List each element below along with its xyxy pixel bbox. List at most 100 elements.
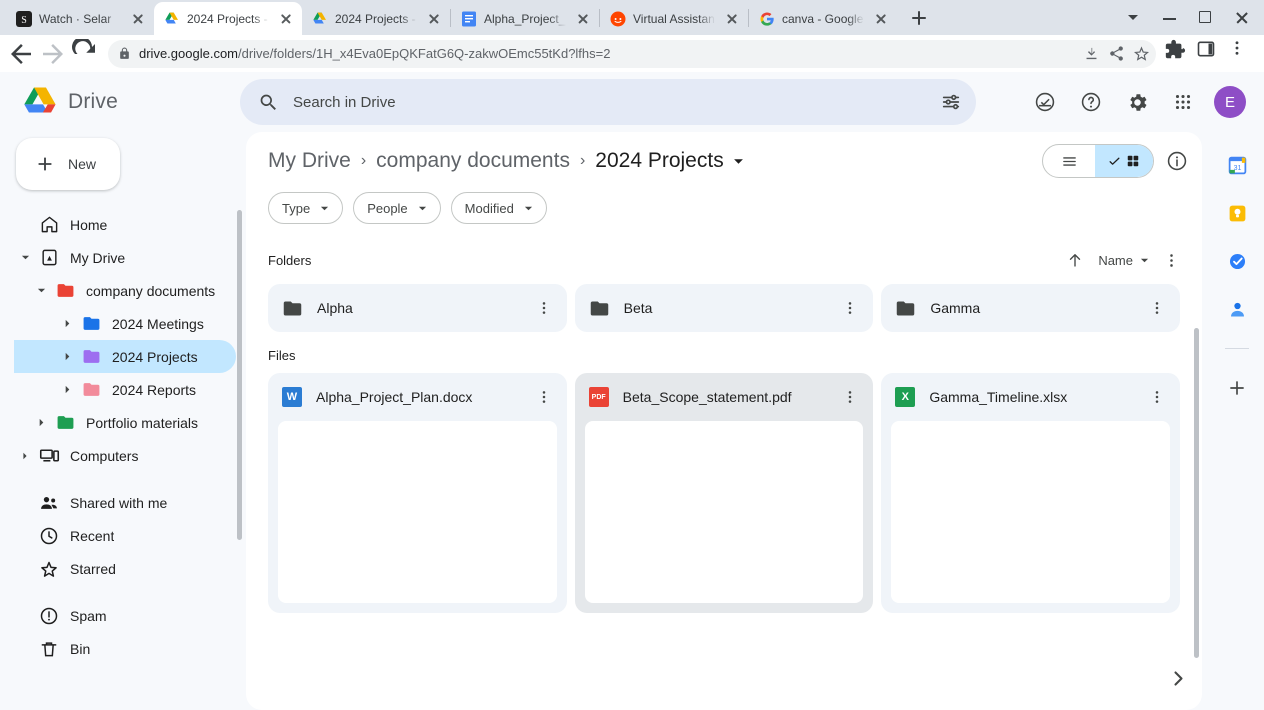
bookmark-star-icon[interactable]: [1133, 45, 1150, 62]
forward-icon[interactable]: [38, 39, 68, 69]
chevron-down-icon[interactable]: [30, 286, 52, 295]
reload-icon[interactable]: [70, 38, 100, 69]
grid-view-icon[interactable]: [1095, 145, 1153, 177]
chevron-down-icon[interactable]: [733, 156, 744, 167]
folder-card-gamma[interactable]: Gamma: [881, 284, 1180, 332]
browser-tab-0[interactable]: S Watch · Selar: [6, 2, 154, 35]
sidebar-item-portfolio-materials[interactable]: Portfolio materials: [14, 406, 236, 439]
more-vertical-icon[interactable]: [837, 384, 863, 410]
extensions-icon[interactable]: [1164, 39, 1194, 69]
contacts-icon[interactable]: [1226, 298, 1248, 320]
sidebar-item-2024-meetings[interactable]: 2024 Meetings: [14, 307, 236, 340]
chrome-menu-icon[interactable]: [1228, 39, 1258, 69]
chevron-down-icon[interactable]: [14, 253, 36, 262]
spam-icon: [36, 606, 62, 626]
chevron-right-icon[interactable]: [30, 418, 52, 427]
content-scrollbar[interactable]: [1194, 328, 1199, 658]
download-icon[interactable]: [1083, 45, 1100, 62]
side-panel-icon[interactable]: [1196, 39, 1226, 69]
more-vertical-icon[interactable]: [531, 295, 557, 321]
breadcrumb-item-company-documents[interactable]: company documents: [376, 149, 570, 173]
chevron-down-icon: [320, 204, 329, 213]
selar-icon: S: [16, 10, 32, 27]
activity-icon[interactable]: [1026, 83, 1064, 121]
browser-tab-5[interactable]: canva - Google Sea: [749, 2, 897, 35]
breadcrumb-item-my-drive[interactable]: My Drive: [268, 149, 351, 173]
filter-chip-type[interactable]: Type: [268, 192, 344, 224]
back-icon[interactable]: [6, 39, 36, 69]
folder-card-alpha[interactable]: Alpha: [268, 284, 567, 332]
file-card-beta-scope-statement[interactable]: PDF Beta_Scope_statement.pdf: [574, 373, 874, 613]
more-vertical-icon[interactable]: [1144, 384, 1170, 410]
sidebar-item-spam[interactable]: Spam: [14, 599, 236, 632]
close-icon[interactable]: [724, 11, 740, 27]
people-icon: [36, 493, 62, 513]
file-card-gamma-timeline[interactable]: X Gamma_Timeline.xlsx: [881, 373, 1180, 613]
settings-icon[interactable]: [1118, 83, 1156, 121]
chevron-right-icon[interactable]: [14, 452, 36, 460]
sort-field-button[interactable]: Name: [1098, 253, 1149, 268]
close-icon[interactable]: [426, 11, 442, 27]
list-view-icon[interactable]: [1043, 145, 1095, 177]
sidebar-item-home[interactable]: Home: [14, 208, 236, 241]
header-actions: E: [976, 83, 1250, 121]
more-vertical-icon[interactable]: [1144, 295, 1170, 321]
sidebar-item-my-drive[interactable]: My Drive: [14, 241, 236, 274]
search-options-icon[interactable]: [940, 91, 962, 113]
file-card-alpha-project-plan[interactable]: W Alpha_Project_Plan.docx: [268, 373, 567, 613]
new-tab-button[interactable]: [905, 4, 933, 32]
chevron-right-icon[interactable]: [56, 385, 78, 394]
more-vertical-icon[interactable]: [1163, 252, 1180, 269]
sidebar-item-computers[interactable]: Computers: [14, 439, 236, 472]
address-bar[interactable]: drive.google.com/drive/folders/1H_x4Eva0…: [108, 39, 1156, 68]
sidebar-item-starred[interactable]: Starred: [14, 552, 236, 585]
sidebar-item-recent[interactable]: Recent: [14, 519, 236, 552]
info-icon[interactable]: [1166, 150, 1188, 172]
close-icon[interactable]: [873, 11, 889, 27]
help-icon[interactable]: [1072, 83, 1110, 121]
maximize-button[interactable]: [1188, 0, 1224, 35]
apps-grid-icon[interactable]: [1164, 83, 1202, 121]
drive-brand[interactable]: Drive: [22, 86, 240, 118]
folder-icon: [895, 298, 916, 319]
chevron-down-icon: [1140, 256, 1149, 265]
sort-ascending-icon[interactable]: [1066, 251, 1084, 269]
folder-card-beta[interactable]: Beta: [574, 284, 874, 332]
calendar-icon[interactable]: 31: [1226, 154, 1248, 176]
tasks-icon[interactable]: [1226, 250, 1248, 272]
browser-tab-3[interactable]: Alpha_Project_Plan: [451, 2, 599, 35]
breadcrumb-current[interactable]: 2024 Projects: [595, 149, 743, 173]
chevron-right-icon[interactable]: [56, 319, 78, 328]
share-icon[interactable]: [1108, 45, 1125, 62]
close-icon[interactable]: [130, 11, 146, 27]
close-icon[interactable]: [575, 11, 591, 27]
browser-tab-4[interactable]: Virtual Assistant (R: [600, 2, 748, 35]
close-window-button[interactable]: [1224, 0, 1260, 35]
sidebar-item-2024-projects[interactable]: 2024 Projects: [14, 340, 236, 373]
filter-chip-people[interactable]: People: [353, 192, 441, 224]
new-button[interactable]: New: [16, 138, 120, 190]
more-vertical-icon[interactable]: [531, 384, 557, 410]
drive-logo-icon: [22, 86, 58, 118]
browser-tab-2[interactable]: 2024 Projects - Goo: [302, 2, 450, 35]
search-input[interactable]: [293, 93, 926, 111]
add-icon[interactable]: [1226, 377, 1248, 399]
sidebar-item-2024-reports[interactable]: 2024 Reports: [14, 373, 236, 406]
sidebar-item-shared-with-me[interactable]: Shared with me: [14, 486, 236, 519]
avatar[interactable]: E: [1214, 86, 1246, 118]
keep-icon[interactable]: [1226, 202, 1248, 224]
filter-chip-modified[interactable]: Modified: [450, 192, 547, 224]
folders-grid: Alpha Beta Gamma: [268, 284, 1180, 332]
search-bar[interactable]: [240, 79, 976, 125]
sidebar-scrollbar[interactable]: [237, 210, 242, 540]
sidebar-item-bin[interactable]: Bin: [14, 632, 236, 665]
close-icon[interactable]: [278, 11, 294, 27]
sidebar-item-label: Shared with me: [70, 494, 168, 511]
chevron-right-icon[interactable]: [56, 352, 78, 361]
chevron-right-icon[interactable]: [1164, 664, 1192, 692]
tab-search-icon[interactable]: [1116, 0, 1152, 35]
sidebar-item-company-documents[interactable]: company documents: [14, 274, 236, 307]
minimize-button[interactable]: [1152, 0, 1188, 35]
browser-tab-1[interactable]: 2024 Projects - Goo: [154, 2, 302, 35]
more-vertical-icon[interactable]: [837, 295, 863, 321]
